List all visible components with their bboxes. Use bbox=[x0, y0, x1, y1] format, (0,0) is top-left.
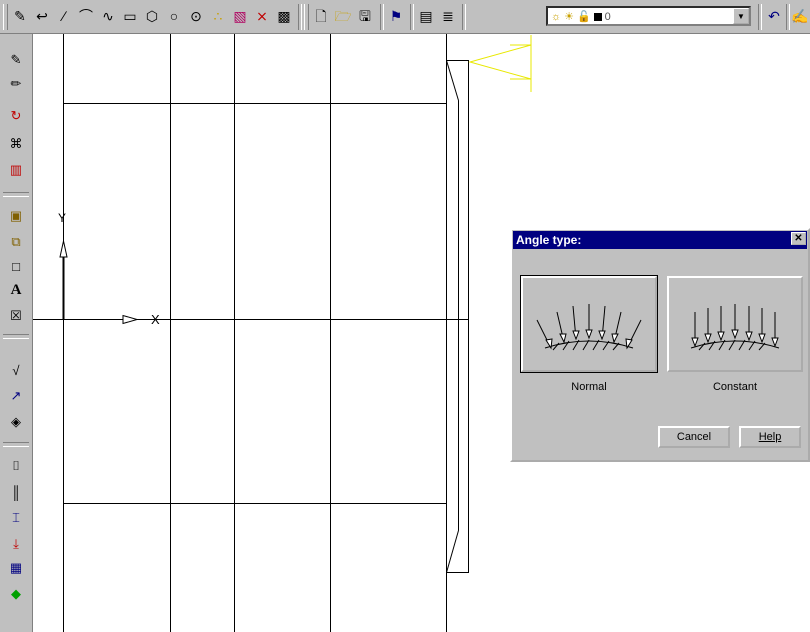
circle-point-icon[interactable]: ⊙ bbox=[186, 6, 206, 26]
toolbar-grip[interactable] bbox=[304, 4, 309, 30]
drawing-lines bbox=[33, 34, 469, 632]
separator bbox=[380, 4, 384, 30]
left-toolbar: ✎ ✏ ↻ ⌘ ▥ ▣ ⧉ □ A ☒ √ ↗ ◈ ⌷ ║ ⌶ ⤓ ▦ ◆ bbox=[0, 34, 33, 632]
lightbulb-icon: ☼ bbox=[551, 10, 562, 23]
constant-angle-icon bbox=[690, 304, 780, 351]
sun-icon: ☀ bbox=[564, 11, 574, 23]
spline-icon[interactable]: ∿ bbox=[98, 6, 118, 26]
layer-dropdown[interactable]: ☼ ☀ 🔓 0 ▼ bbox=[546, 6, 751, 26]
separator bbox=[3, 334, 29, 339]
separator bbox=[410, 4, 414, 30]
rectangle-icon[interactable]: ▭ bbox=[120, 6, 140, 26]
circle-icon[interactable]: ○ bbox=[164, 6, 184, 26]
layers-icon[interactable]: ≣ bbox=[438, 6, 458, 26]
normal-label: Normal bbox=[571, 381, 607, 393]
view-cone-icon bbox=[468, 35, 532, 92]
modify-icon[interactable]: ▩ bbox=[274, 6, 294, 26]
dots-icon[interactable]: ∴ bbox=[208, 6, 228, 26]
lock-icon: 🔓 bbox=[576, 11, 591, 23]
grid-icon[interactable]: ▦ bbox=[5, 558, 27, 578]
export-icon[interactable]: ⤓ bbox=[5, 534, 27, 554]
color-icon[interactable]: ◆ bbox=[5, 584, 27, 604]
window-icon[interactable]: □ bbox=[5, 256, 27, 276]
arc-icon[interactable]: ⌒ bbox=[76, 6, 96, 26]
normal-option-button[interactable] bbox=[520, 275, 658, 373]
chevron-down-icon[interactable]: ▼ bbox=[733, 8, 749, 24]
y-axis-label: Y bbox=[58, 211, 66, 225]
constant-option-button[interactable] bbox=[667, 276, 803, 372]
close-icon[interactable]: ✕ bbox=[791, 232, 806, 245]
separator bbox=[298, 4, 302, 30]
color-swatch bbox=[593, 12, 602, 21]
save-icon[interactable]: 🖫 bbox=[355, 6, 375, 26]
ucs-axes bbox=[59, 240, 139, 325]
help-button[interactable]: Help bbox=[739, 426, 801, 448]
new-file-icon[interactable]: 🗋 bbox=[311, 6, 331, 26]
edit-2-icon[interactable]: ✏ bbox=[5, 74, 27, 94]
undo-arc-icon[interactable]: ↩ bbox=[32, 6, 52, 26]
separator bbox=[758, 4, 762, 30]
dim-3-icon[interactable]: ⌶ bbox=[5, 508, 27, 528]
text-icon[interactable]: A bbox=[5, 280, 27, 300]
angle-icon[interactable]: √ bbox=[5, 360, 27, 380]
group-icon[interactable]: ⌘ bbox=[5, 134, 27, 154]
mirror-icon[interactable]: ▥ bbox=[5, 160, 27, 180]
dim-1-icon[interactable]: ⌷ bbox=[5, 456, 27, 476]
top-toolbar: ✎ ↩ ∕ ⌒ ∿ ▭ ⬡ ○ ⊙ ∴ ▧ ⨯ ▩ 🗋 🗁 🖫 ⚑ ▤ ≣ ☼ … bbox=[0, 0, 810, 34]
toolbar-grip[interactable] bbox=[3, 4, 8, 30]
intersect-icon[interactable]: ⨯ bbox=[252, 6, 272, 26]
select-icon[interactable]: ▣ bbox=[5, 206, 27, 226]
constant-label: Constant bbox=[712, 381, 758, 393]
angle-type-dialog: Angle type: ✕ Normal Constant Cancel Hel… bbox=[510, 228, 810, 462]
separator bbox=[3, 192, 29, 197]
x-axis-label: X bbox=[151, 312, 160, 327]
cancel-button[interactable]: Cancel bbox=[658, 426, 730, 448]
separator bbox=[462, 4, 466, 30]
undo-icon[interactable]: ↶ bbox=[764, 6, 784, 26]
line-icon[interactable]: ∕ bbox=[54, 6, 74, 26]
display-icon[interactable]: ▤ bbox=[416, 6, 436, 26]
dialog-title: Angle type: bbox=[516, 233, 582, 247]
layer-name: 0 bbox=[604, 10, 611, 23]
properties-icon[interactable]: ⚑ bbox=[386, 6, 406, 26]
edit-icon[interactable]: ✎ bbox=[10, 6, 30, 26]
dim-2-icon[interactable]: ║ bbox=[5, 482, 27, 502]
hatch-icon[interactable]: ▧ bbox=[230, 6, 250, 26]
separator bbox=[3, 442, 29, 447]
rotate-icon[interactable]: ↻ bbox=[5, 106, 27, 126]
pen-icon[interactable]: ✍ bbox=[790, 6, 810, 26]
open-folder-icon[interactable]: 🗁 bbox=[333, 6, 353, 26]
dialog-title-bar[interactable]: Angle type: bbox=[513, 231, 807, 249]
sweep-icon[interactable]: ↗ bbox=[5, 386, 27, 406]
fill-icon[interactable]: ◈ bbox=[5, 412, 27, 432]
edit-1-icon[interactable]: ✎ bbox=[5, 50, 27, 70]
copy-icon[interactable]: ⧉ bbox=[5, 232, 27, 252]
symbol-icon[interactable]: ☒ bbox=[5, 306, 27, 326]
polygon-icon[interactable]: ⬡ bbox=[142, 6, 162, 26]
layer-state: ☼ ☀ 🔓 0 bbox=[551, 10, 611, 24]
normal-angle-icon bbox=[536, 304, 642, 351]
